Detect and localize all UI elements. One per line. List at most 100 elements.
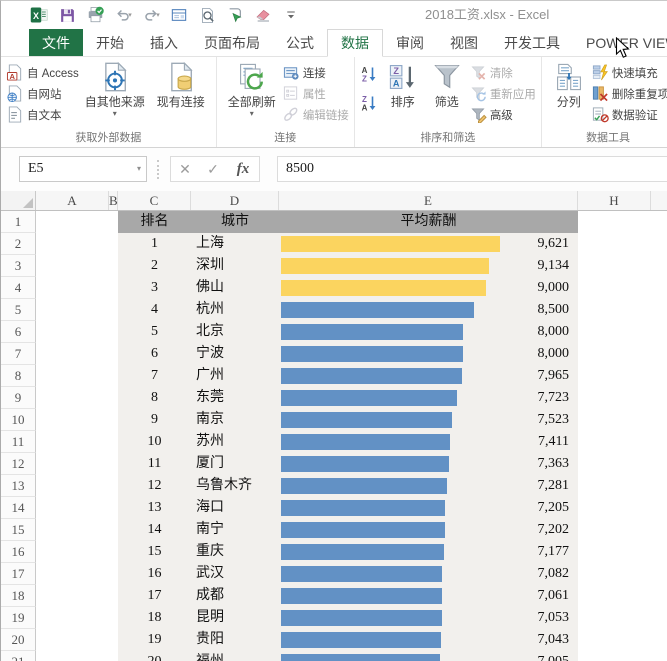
table-header-row[interactable]: 排名城市平均薪酬 (118, 211, 578, 233)
qat-more-icon[interactable] (277, 2, 305, 28)
advanced-filter-button[interactable]: 高级 (469, 104, 536, 125)
cell-city[interactable]: 贵阳 (196, 629, 224, 651)
cell-salary-value[interactable]: 7,281 (431, 475, 569, 497)
cell-salary-value[interactable]: 8,000 (431, 343, 569, 365)
cell-salary-value[interactable]: 7,205 (431, 497, 569, 519)
tab-file[interactable]: 文件 (29, 29, 83, 56)
cell-city[interactable]: 广州 (196, 365, 224, 387)
row-header-1[interactable]: 1 (1, 211, 36, 233)
table-row[interactable]: 6宁波8,000 (1, 343, 667, 365)
eraser-icon[interactable] (249, 2, 277, 28)
sort-descending-button[interactable]: ZA (360, 91, 381, 114)
tab-formulas[interactable]: 公式 (273, 29, 327, 56)
cell-salary-value[interactable]: 7,202 (431, 519, 569, 541)
cell-city[interactable]: 杭州 (196, 299, 224, 321)
formula-input[interactable]: 8500 (277, 156, 667, 182)
cell-rank[interactable]: 6 (118, 343, 191, 365)
table-row[interactable]: 15重庆7,177 (1, 541, 667, 563)
cell-city[interactable]: 北京 (196, 321, 224, 343)
cell-rank[interactable]: 2 (118, 255, 191, 277)
name-box[interactable]: E5 ▾ (19, 156, 147, 182)
redo-icon[interactable]: ▾ (137, 2, 165, 28)
table-row[interactable]: 18昆明 7,053 (1, 607, 667, 629)
table-row[interactable]: 4杭州8,500 (1, 299, 667, 321)
cell-salary-value[interactable]: 7,082 (431, 563, 569, 585)
table-row[interactable]: 10苏州 7,411 (1, 431, 667, 453)
text-to-columns-button[interactable]: 分列 (547, 60, 591, 109)
cell-salary-value[interactable]: 8,500 (431, 299, 569, 321)
cell-city[interactable]: 苏州 (196, 431, 224, 453)
existing-connections-button[interactable]: 现有连接 (151, 60, 211, 109)
column-header-E[interactable]: E (279, 191, 578, 210)
cell-rank[interactable]: 19 (118, 629, 191, 651)
sort-button[interactable]: ZA排序 (381, 60, 425, 109)
tab-page-layout[interactable]: 页面布局 (191, 29, 273, 56)
cell-rank[interactable]: 9 (118, 409, 191, 431)
table-row[interactable]: 2深圳 9,134 (1, 255, 667, 277)
cell-salary-value[interactable]: 7,523 (431, 409, 569, 431)
cell-rank[interactable]: 10 (118, 431, 191, 453)
cell-city[interactable]: 东莞 (196, 387, 224, 409)
cell-city[interactable]: 武汉 (196, 563, 224, 585)
table-row[interactable]: 7广州7,965 (1, 365, 667, 387)
table-row[interactable]: 16武汉7,082 (1, 563, 667, 585)
cell-salary-value[interactable]: 7,363 (431, 453, 569, 475)
column-header-A[interactable]: A (36, 191, 109, 210)
cell-rank[interactable]: 13 (118, 497, 191, 519)
remove-duplicates-button[interactable]: 删除重复项 (591, 83, 667, 104)
cell-rank[interactable]: 17 (118, 585, 191, 607)
tab-review[interactable]: 审阅 (383, 29, 437, 56)
cell-salary-value[interactable]: 9,134 (431, 255, 569, 277)
cell-rank[interactable]: 3 (118, 277, 191, 299)
refresh-all-button[interactable]: 全部刷新▾ (222, 60, 282, 118)
cell-rank[interactable]: 18 (118, 607, 191, 629)
table-row[interactable]: 20福州7,005 (1, 651, 667, 661)
filter-button[interactable]: 筛选 (425, 60, 469, 109)
quick-print-icon[interactable] (81, 2, 109, 28)
data-validation-button[interactable]: 数据验证 (591, 104, 667, 125)
cell-city[interactable]: 重庆 (196, 541, 224, 563)
table-row[interactable]: 12乌鲁木齐7,281 (1, 475, 667, 497)
cell-salary-value[interactable]: 7,005 (431, 651, 569, 661)
cell-salary-value[interactable]: 7,043 (431, 629, 569, 651)
table-row[interactable]: 1上海 9,621 (1, 233, 667, 255)
from-web-button[interactable]: 自网站 (6, 83, 79, 104)
cell-city[interactable]: 乌鲁木齐 (196, 475, 252, 497)
cell-salary-value[interactable]: 7,723 (431, 387, 569, 409)
cell-city[interactable]: 深圳 (196, 255, 224, 277)
cell-city[interactable]: 成都 (196, 585, 224, 607)
cell-salary-value[interactable]: 7,061 (431, 585, 569, 607)
cell-salary-value[interactable]: 9,621 (431, 233, 569, 255)
name-box-dropdown-icon[interactable]: ▾ (137, 157, 141, 181)
select-all-corner[interactable] (1, 191, 36, 210)
flash-fill-button[interactable]: 快速填充 (591, 62, 667, 83)
cell-salary-value[interactable]: 8,000 (431, 321, 569, 343)
from-other-sources-button[interactable]: 自其他来源▾ (79, 60, 151, 118)
cell-salary-value[interactable]: 7,411 (431, 431, 569, 453)
table-row[interactable]: 19贵阳 7,043 (1, 629, 667, 651)
connections-button[interactable]: 连接 (282, 62, 349, 83)
table-row[interactable]: 8东莞 7,723 (1, 387, 667, 409)
cell-rank[interactable]: 8 (118, 387, 191, 409)
cell-city[interactable]: 海口 (196, 497, 224, 519)
table-row[interactable]: 14南宁7,202 (1, 519, 667, 541)
cell-city[interactable]: 南宁 (196, 519, 224, 541)
pointer-icon[interactable] (221, 2, 249, 28)
column-header-blank[interactable] (651, 191, 667, 210)
cell-rank[interactable]: 1 (118, 233, 191, 255)
tab-home[interactable]: 开始 (83, 29, 137, 56)
cell-rank[interactable]: 15 (118, 541, 191, 563)
table-row[interactable]: 3佛山9,000 (1, 277, 667, 299)
cell-city[interactable]: 昆明 (196, 607, 224, 629)
column-header-B[interactable]: B (109, 191, 118, 210)
cell-rank[interactable]: 11 (118, 453, 191, 475)
column-header-H[interactable]: H (578, 191, 651, 210)
column-header-C[interactable]: C (118, 191, 191, 210)
cancel-icon[interactable]: ✕ (171, 161, 199, 178)
from-access-button[interactable]: A自 Access (6, 62, 79, 83)
cell-salary-value[interactable]: 7,053 (431, 607, 569, 629)
cell-city[interactable]: 佛山 (196, 277, 224, 299)
cell-rank[interactable]: 7 (118, 365, 191, 387)
cell-city[interactable]: 上海 (196, 233, 224, 255)
from-text-button[interactable]: 自文本 (6, 104, 79, 125)
